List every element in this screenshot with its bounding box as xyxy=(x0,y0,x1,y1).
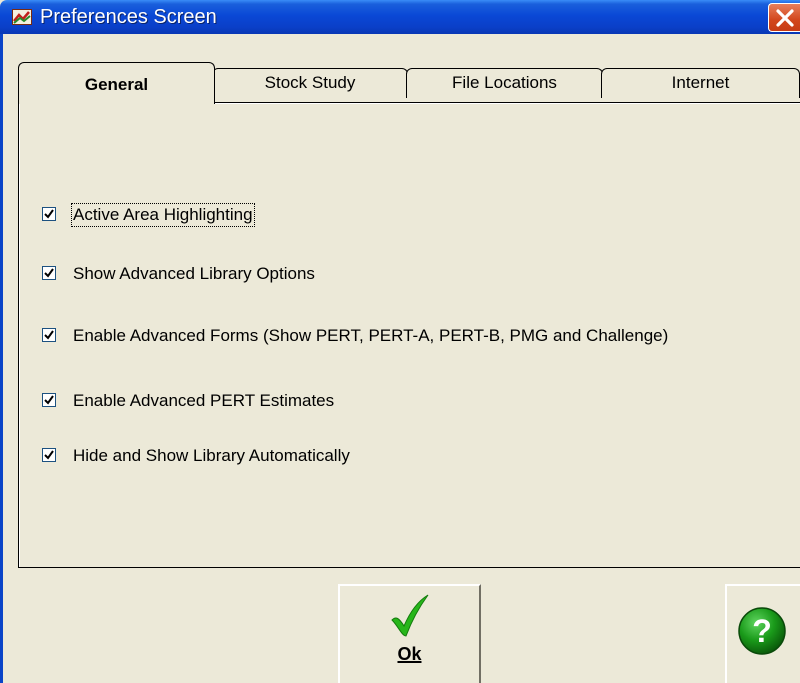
tab-file-locations[interactable]: File Locations xyxy=(406,68,603,98)
checkmark-icon xyxy=(391,594,429,637)
tab-internet[interactable]: Internet xyxy=(601,68,800,98)
checkmark-icon xyxy=(44,330,54,340)
option-label: Hide and Show Library Automatically xyxy=(73,446,350,465)
close-button[interactable] xyxy=(768,3,800,32)
checkmark-icon xyxy=(44,450,54,460)
checkbox[interactable] xyxy=(42,207,56,221)
checkbox[interactable] xyxy=(42,266,56,280)
ok-label: Ok xyxy=(340,644,479,665)
checkbox[interactable] xyxy=(42,448,56,462)
checkbox[interactable] xyxy=(42,328,56,342)
help-icon: ? xyxy=(738,607,786,655)
option-label: Enable Advanced Forms (Show PERT, PERT-A… xyxy=(73,326,669,345)
close-icon xyxy=(776,9,794,27)
tab-stock-study[interactable]: Stock Study xyxy=(212,68,408,98)
option-label: Show Advanced Library Options xyxy=(73,264,315,283)
checkbox[interactable] xyxy=(42,393,56,407)
ok-button[interactable]: Ok xyxy=(338,584,481,683)
title-bar[interactable]: Preferences Screen xyxy=(0,0,800,34)
checkmark-icon xyxy=(44,268,54,278)
tab-strip: General Stock Study File Locations Inter… xyxy=(18,62,800,104)
option-label: Active Area Highlighting xyxy=(71,203,255,227)
window-title: Preferences Screen xyxy=(40,6,217,28)
app-icon xyxy=(12,9,32,25)
checkmark-icon xyxy=(44,395,54,405)
tab-general[interactable]: General xyxy=(18,62,215,104)
window-frame-left xyxy=(0,34,3,683)
ok-label-text: Ok xyxy=(397,644,422,664)
option-label: Enable Advanced PERT Estimates xyxy=(73,391,335,410)
svg-text:?: ? xyxy=(752,613,772,649)
checkmark-icon xyxy=(44,209,54,219)
help-button[interactable]: ? xyxy=(725,584,800,683)
